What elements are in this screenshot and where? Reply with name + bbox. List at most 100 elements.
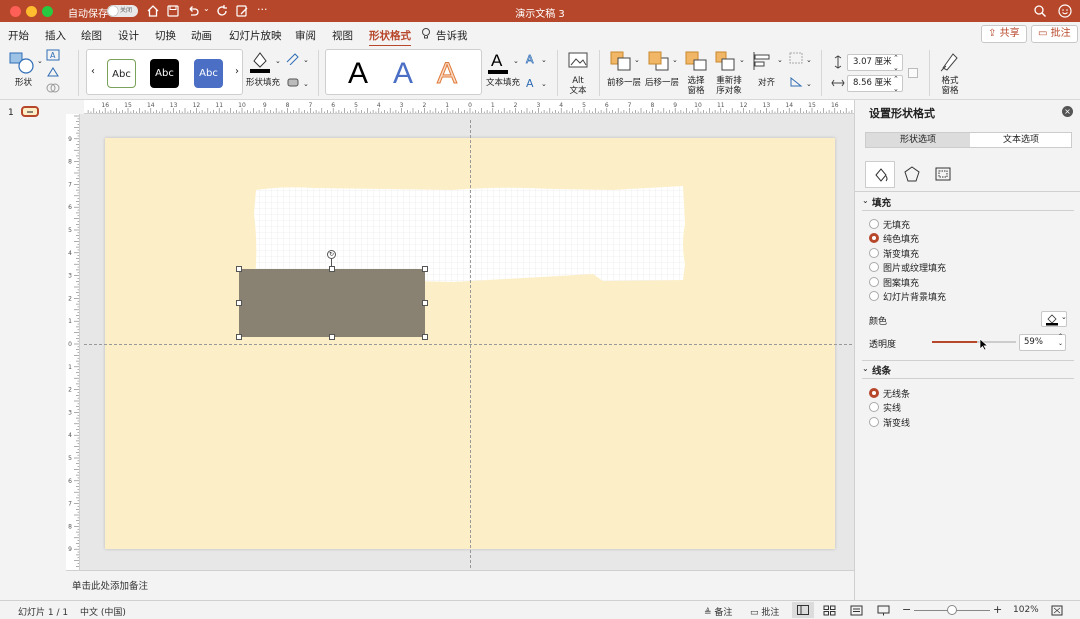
vertical-ruler[interactable]: 9 8 7 6 5 4 3 2 1 0 1 2 3 4 5 6 7 8 9 — [66, 114, 80, 570]
zoom-level[interactable]: 102% — [1013, 605, 1039, 615]
line-radio-0[interactable] — [869, 388, 879, 398]
bring-forward-dropdown-icon[interactable]: ⌄ — [634, 55, 640, 65]
width-stepper-icon[interactable]: ⌃ ⌄ — [893, 74, 899, 94]
height-stepper-icon[interactable]: ⌃ ⌄ — [893, 53, 899, 73]
text-fill-dropdown-icon[interactable]: ⌄ — [513, 56, 519, 66]
transparency-stepper-icon[interactable]: ⌃ ⌄ — [1058, 333, 1063, 347]
merge-shapes-icon[interactable] — [46, 82, 60, 94]
effects-dropdown-icon[interactable]: ⌄ — [303, 79, 309, 89]
wordart-style-2[interactable]: A — [393, 56, 413, 92]
fill-radio-0[interactable] — [869, 219, 879, 229]
tab-home[interactable]: 开始 — [8, 28, 29, 43]
fill-collapse-icon[interactable]: ⌄ — [862, 196, 869, 205]
fill-option-label[interactable]: 纯色填充 — [883, 232, 919, 245]
line-option-label[interactable]: 渐变线 — [883, 416, 910, 429]
alt-text-icon[interactable] — [567, 50, 589, 72]
close-pane-icon[interactable]: × — [1062, 106, 1073, 117]
zoom-in-icon[interactable]: + — [993, 603, 1002, 616]
account-icon[interactable] — [1057, 3, 1073, 19]
shape-fill-dropdown-icon[interactable]: ⌄ — [275, 56, 281, 66]
fill-option-label[interactable]: 渐变填充 — [883, 247, 919, 260]
send-backward-dropdown-icon[interactable]: ⌄ — [672, 55, 678, 65]
group-icon[interactable] — [788, 51, 804, 65]
resize-handle[interactable] — [329, 334, 335, 340]
reorder-dropdown-icon[interactable]: ⌄ — [739, 55, 745, 65]
line-option-label[interactable]: 实线 — [883, 401, 901, 414]
undo-dropdown-icon[interactable]: ⌄ — [203, 4, 210, 13]
shape-effects-icon[interactable] — [285, 76, 301, 89]
horizontal-guide[interactable] — [84, 344, 852, 345]
tab-design[interactable]: 设计 — [118, 28, 139, 43]
resize-handle[interactable] — [236, 300, 242, 306]
shape-style-2[interactable]: Abc — [150, 59, 179, 88]
tab-animations[interactable]: 动画 — [191, 28, 212, 43]
selection-pane-icon[interactable] — [684, 50, 708, 72]
fill-section-title[interactable]: 填充 — [872, 195, 891, 209]
selected-rectangle-shape[interactable] — [239, 269, 425, 337]
shape-outline-icon[interactable] — [285, 52, 301, 65]
shape-style-1[interactable]: Abc — [107, 59, 136, 88]
text-fill-icon[interactable]: A — [486, 50, 510, 76]
slide-sorter-icon[interactable] — [823, 605, 836, 616]
more-icon[interactable]: ··· — [257, 3, 268, 16]
outline-dropdown-icon[interactable]: ⌄ — [303, 55, 309, 65]
fill-radio-2[interactable] — [869, 247, 879, 258]
resize-handle[interactable] — [422, 266, 428, 272]
shapes-dropdown-icon[interactable]: ⌄ — [37, 56, 43, 66]
undo-icon[interactable] — [185, 3, 201, 19]
notes-pane[interactable]: 单击此处添加备注 — [66, 570, 854, 600]
format-pane-icon[interactable] — [938, 50, 962, 74]
resize-handle[interactable] — [422, 300, 428, 306]
bring-forward-icon[interactable] — [609, 50, 633, 72]
normal-view-button[interactable] — [792, 602, 814, 618]
tab-transitions[interactable]: 切换 — [155, 28, 176, 43]
tab-view[interactable]: 视图 — [332, 28, 353, 43]
save-icon[interactable] — [165, 3, 181, 19]
zoom-slider-thumb[interactable] — [947, 605, 957, 615]
autosave-toggle[interactable]: 关闭 — [107, 5, 138, 17]
wordart-style-1[interactable]: A — [348, 56, 368, 92]
customize-icon[interactable] — [234, 3, 250, 19]
edit-shape-icon[interactable] — [46, 66, 60, 78]
slide-thumbnail[interactable] — [21, 106, 39, 117]
share-button[interactable]: ⇪ 共享 — [981, 25, 1027, 43]
rotate-handle-icon[interactable]: ↻ — [327, 250, 336, 259]
line-radio-1[interactable] — [869, 402, 879, 413]
tab-shape-format[interactable]: 形状格式 — [369, 28, 411, 47]
home-icon[interactable] — [145, 3, 161, 19]
resize-handle[interactable] — [329, 266, 335, 272]
horizontal-ruler[interactable]: 16 15 14 13 12 11 10 9 8 7 6 5 4 3 2 1 0 1 2 3 4 5 6 7 8 9 10 11 12 1… — [84, 100, 854, 114]
lock-aspect-icon[interactable] — [908, 68, 918, 78]
gallery-prev-icon[interactable]: ‹ — [91, 66, 95, 77]
gallery-next-icon[interactable]: › — [235, 66, 239, 77]
tab-draw[interactable]: 绘图 — [81, 28, 102, 43]
send-backward-icon[interactable] — [647, 50, 671, 72]
fill-option-label[interactable]: 幻灯片背景填充 — [883, 290, 946, 303]
reading-view-icon[interactable] — [850, 605, 863, 616]
effects-pentagon-icon[interactable] — [904, 166, 920, 182]
fill-option-label[interactable]: 图片或纹理填充 — [883, 261, 946, 274]
text-outline-icon[interactable]: A — [523, 52, 539, 66]
fill-option-label[interactable]: 无填充 — [883, 218, 910, 231]
tab-slideshow[interactable]: 幻灯片放映 — [229, 28, 282, 43]
fit-to-window-icon[interactable] — [1051, 605, 1063, 616]
paint-bucket-icon[interactable] — [248, 49, 272, 75]
fill-radio-5[interactable] — [869, 291, 879, 301]
line-radio-2[interactable] — [869, 416, 879, 427]
align-icon[interactable] — [751, 50, 775, 72]
zoom-slider[interactable] — [914, 605, 990, 615]
text-effects-dropdown-icon[interactable]: ⌄ — [541, 79, 547, 89]
text-outline-dropdown-icon[interactable]: ⌄ — [541, 55, 547, 65]
align-dropdown-icon[interactable]: ⌄ — [777, 55, 783, 65]
rotate-icon[interactable] — [788, 75, 804, 89]
tab-text-options[interactable]: 文本选项 — [970, 133, 1072, 147]
text-box-icon[interactable]: A — [46, 49, 60, 61]
language-indicator[interactable]: 中文 (中国) — [80, 605, 126, 618]
comments-status-button[interactable]: ▭ 批注 — [750, 605, 779, 618]
resize-handle[interactable] — [422, 334, 428, 340]
rotate-dropdown-icon[interactable]: ⌄ — [806, 79, 812, 89]
shape-style-3[interactable]: Abc — [194, 59, 223, 88]
transparency-slider[interactable] — [932, 341, 1016, 343]
resize-handle[interactable] — [236, 334, 242, 340]
group-dropdown-icon[interactable]: ⌄ — [806, 55, 812, 65]
